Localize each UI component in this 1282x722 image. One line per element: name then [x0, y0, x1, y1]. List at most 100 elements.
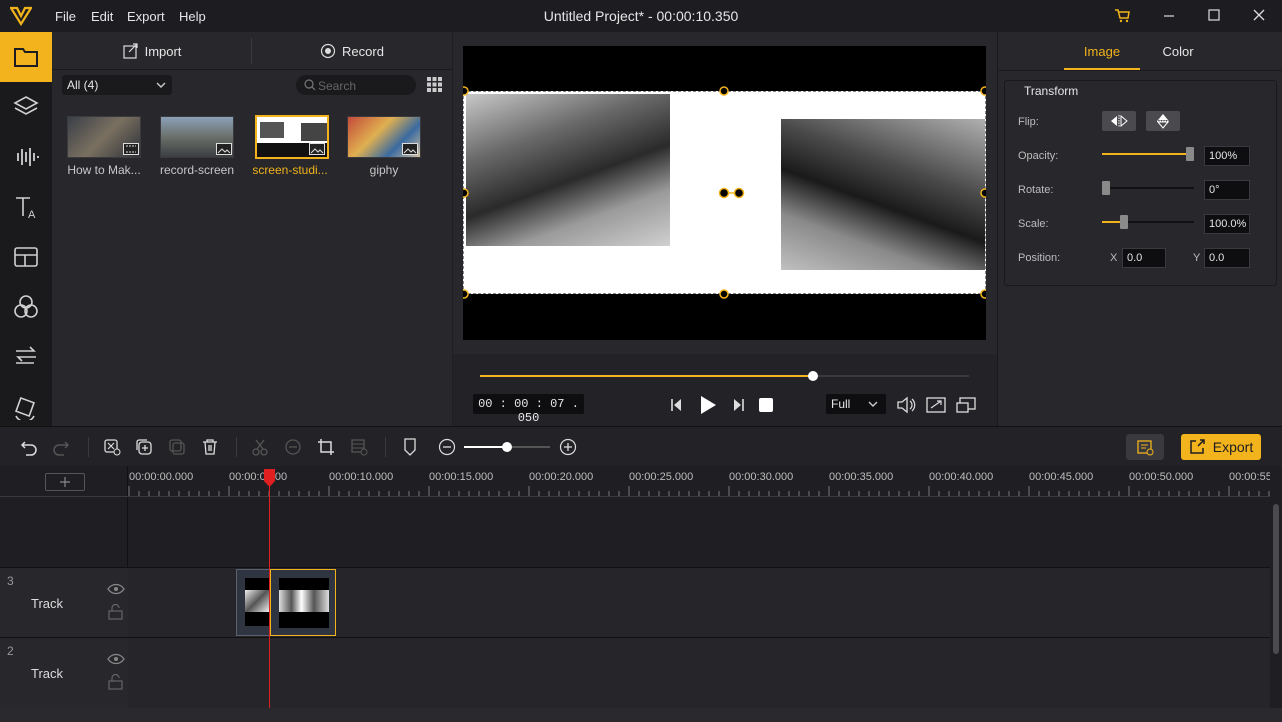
track-row[interactable] — [128, 567, 1270, 637]
flip-horizontal-icon[interactable] — [1102, 111, 1136, 131]
track-header: 2 Track — [0, 637, 128, 708]
toolbar-divider — [385, 437, 386, 457]
progress-fill — [480, 375, 813, 377]
import-button[interactable]: Import — [52, 32, 252, 70]
add-track-icon[interactable] — [45, 473, 85, 491]
picture-in-picture-icon[interactable] — [956, 396, 976, 414]
filters-icon[interactable] — [0, 282, 52, 332]
search-input[interactable]: Search — [296, 75, 416, 95]
add-clip-icon[interactable] — [135, 438, 153, 456]
minus-circle-icon[interactable] — [284, 438, 302, 456]
selection-handles[interactable] — [463, 46, 986, 340]
lock-icon[interactable] — [108, 604, 124, 620]
record-icon — [320, 43, 336, 59]
opacity-value[interactable]: 100% — [1204, 146, 1250, 166]
export-settings-icon[interactable] — [1126, 434, 1164, 460]
stop-icon[interactable] — [758, 397, 774, 413]
template-icon[interactable] — [0, 232, 52, 282]
media-folder-icon[interactable] — [0, 32, 52, 82]
settings-grid-icon[interactable] — [350, 438, 368, 456]
position-y-label: Y — [1193, 252, 1201, 264]
position-y-input[interactable]: 0.0 — [1204, 248, 1250, 268]
lock-icon[interactable] — [108, 674, 124, 690]
ruler-label: 00:00:35.000 — [829, 471, 894, 483]
clip[interactable] — [236, 569, 270, 636]
filter-value: All (4) — [67, 78, 99, 92]
empty-track-head — [0, 497, 128, 567]
volume-icon[interactable] — [896, 396, 916, 414]
audio-wave-icon[interactable] — [0, 132, 52, 182]
trash-icon[interactable] — [201, 438, 219, 456]
video-canvas[interactable] — [463, 46, 986, 340]
opacity-knob[interactable] — [1186, 147, 1194, 161]
clip-selected[interactable] — [270, 569, 336, 636]
svg-text:A: A — [28, 209, 36, 220]
ruler-label: 00:00:50.000 — [1129, 471, 1194, 483]
maximize-icon[interactable] — [1207, 8, 1221, 22]
media-item-label: screen-studi... — [252, 163, 328, 177]
rotate-value[interactable]: 0° — [1204, 180, 1250, 200]
toolbar-divider — [88, 437, 89, 457]
next-frame-icon[interactable] — [730, 397, 746, 413]
position-x-label: X — [1110, 252, 1118, 264]
player-controls: 00 : 00 : 07 . 050 Full — [453, 354, 997, 426]
ruler-label: 00:00:10.000 — [329, 471, 394, 483]
progress-knob[interactable] — [807, 371, 818, 381]
record-button[interactable]: Record — [252, 32, 452, 70]
marker-icon[interactable] — [401, 438, 419, 456]
ruler-label: 00:00:30.000 — [729, 471, 794, 483]
tool-sidebar: A — [0, 32, 52, 426]
undo-icon[interactable] — [20, 438, 38, 456]
media-item-label: record-screen — [159, 163, 235, 177]
play-icon[interactable] — [698, 394, 718, 416]
text-icon[interactable]: A — [0, 182, 52, 232]
media-panel: Import Record All (4) Search How to Mak.… — [52, 32, 452, 426]
tab-color[interactable]: Color — [1140, 40, 1216, 70]
zoom-select[interactable]: Full — [826, 394, 886, 414]
playhead-handle[interactable] — [263, 468, 276, 491]
scale-knob[interactable] — [1120, 215, 1129, 229]
horizontal-scrollbar[interactable] — [0, 708, 1282, 722]
duplicate-icon[interactable] — [168, 438, 186, 456]
eye-icon[interactable] — [107, 583, 125, 595]
eye-icon[interactable] — [107, 653, 125, 665]
timecode-display[interactable]: 00 : 00 : 07 . 050 — [473, 394, 584, 425]
previous-frame-icon[interactable] — [669, 397, 685, 413]
scale-value[interactable]: 100.0% — [1204, 214, 1250, 234]
ruler-divider — [0, 496, 1270, 497]
minimize-icon[interactable] — [1162, 8, 1176, 22]
timeline-header-left — [0, 466, 128, 496]
close-icon[interactable] — [1252, 8, 1266, 22]
export-button[interactable]: Export — [1181, 434, 1261, 460]
title-bar: File Edit Export Help Untitled Project* … — [0, 0, 1282, 32]
zoom-in-icon[interactable] — [559, 438, 577, 456]
tab-image[interactable]: Image — [1064, 40, 1140, 70]
transitions-icon[interactable] — [0, 332, 52, 382]
record-label: Record — [342, 43, 384, 59]
track-row[interactable] — [128, 637, 1270, 708]
timeline-zoom-knob[interactable] — [502, 442, 512, 452]
flip-label: Flip: — [1018, 116, 1039, 128]
redo-icon[interactable] — [52, 438, 70, 456]
filter-dropdown[interactable]: All (4) — [62, 75, 172, 95]
rotate-knob[interactable] — [1102, 181, 1110, 195]
rotate-label: Rotate: — [1018, 184, 1054, 196]
grid-view-icon[interactable] — [427, 77, 442, 92]
layers-icon[interactable] — [0, 82, 52, 132]
cart-icon[interactable] — [1114, 8, 1130, 24]
ruler-label: 00:00:45.000 — [1029, 471, 1094, 483]
vertical-scrollbar[interactable] — [1270, 496, 1282, 708]
animation-icon[interactable] — [0, 382, 52, 432]
ruler-ticks — [128, 486, 1270, 496]
ruler-label: 00:00:40.000 — [929, 471, 994, 483]
zoom-out-icon[interactable] — [438, 438, 456, 456]
chevron-down-icon — [868, 399, 878, 409]
time-ruler[interactable]: 00:00:00.000 00:00:0.000 00:00:10.000 00… — [128, 466, 1270, 496]
fullscreen-icon[interactable] — [926, 396, 946, 414]
cut-icon[interactable] — [251, 438, 269, 456]
delete-clip-icon[interactable] — [103, 438, 121, 456]
crop-icon[interactable] — [317, 438, 335, 456]
position-x-input[interactable]: 0.0 — [1122, 248, 1166, 268]
media-tabs: Import Record — [52, 32, 452, 70]
flip-vertical-icon[interactable] — [1146, 111, 1180, 131]
